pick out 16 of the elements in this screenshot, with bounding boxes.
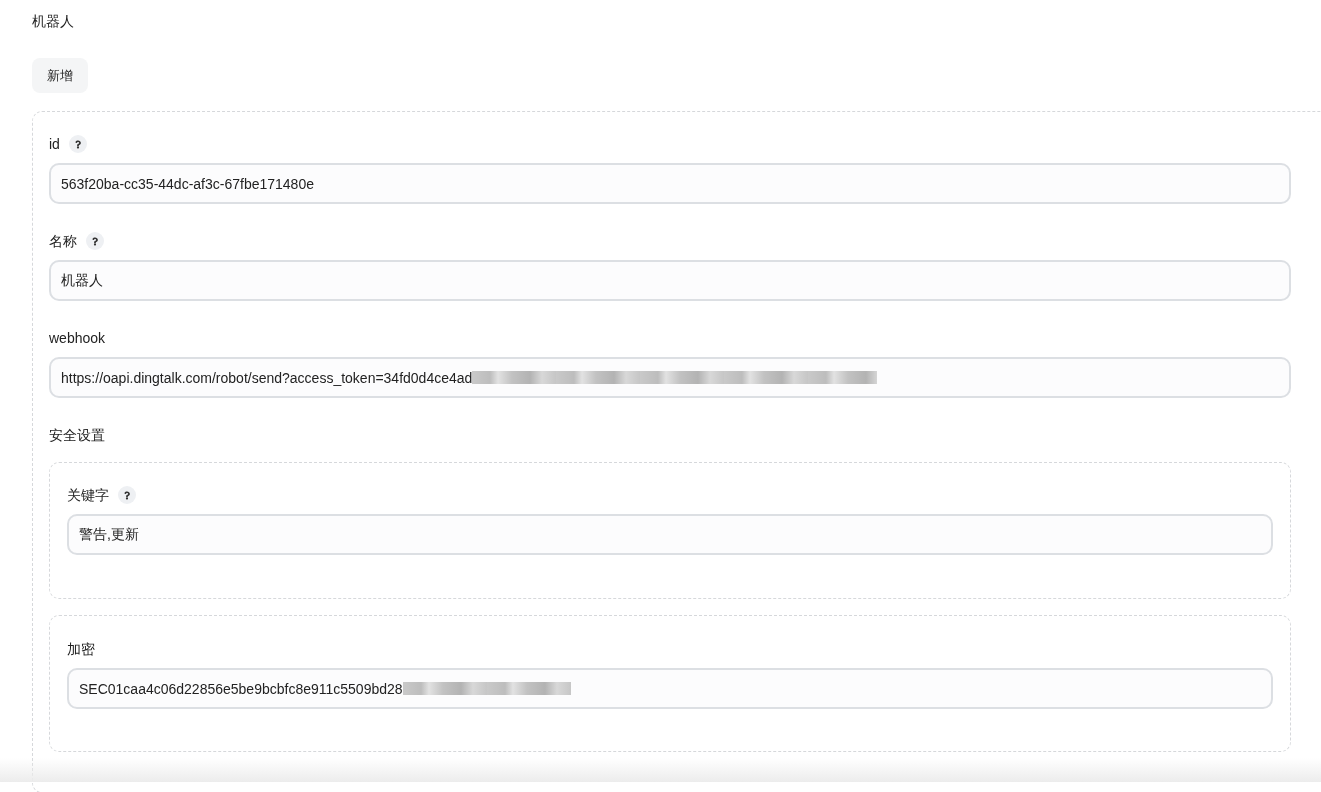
input-field[interactable]: 警告,更新: [67, 514, 1273, 555]
add-button[interactable]: 新增: [32, 58, 88, 93]
help-icon[interactable]: [118, 486, 136, 504]
section-label: 安全设置: [49, 426, 105, 445]
input-field[interactable]: https://oapi.dingtalk.com/robot/send?access_token=34fd0d4ce4ad: [49, 357, 1291, 398]
input-field[interactable]: SEC01caa4c06d22856e5be9bcbfc8e911c5509bd28: [67, 668, 1273, 709]
field-label: webhook: [49, 329, 106, 348]
field-label: 关键字: [67, 486, 109, 505]
field-label: id: [49, 135, 60, 154]
help-icon[interactable]: [86, 232, 104, 250]
field-label: 名称: [49, 232, 77, 251]
field-label: 加密: [67, 640, 95, 659]
page-title: 机器人: [32, 12, 74, 31]
input-field[interactable]: 563f20ba-cc35-44dc-af3c-67fbe171480e: [49, 163, 1291, 204]
help-icon[interactable]: [68, 135, 87, 153]
input-field[interactable]: 机器人: [49, 260, 1291, 301]
